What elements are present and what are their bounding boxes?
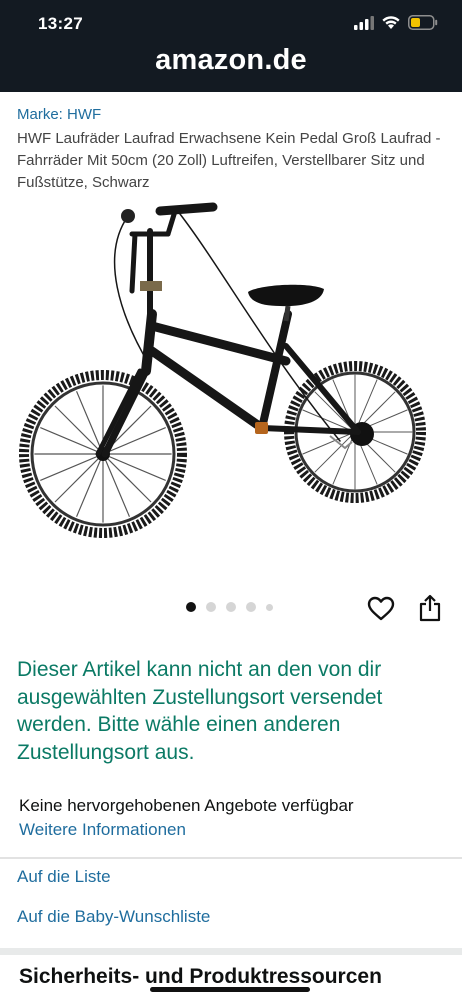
status-icons bbox=[354, 15, 438, 30]
share-icon[interactable] bbox=[418, 594, 442, 622]
battery-icon bbox=[408, 15, 438, 30]
section-title: Sicherheits- und Produktressourcen bbox=[19, 965, 382, 988]
pagination-dot-active[interactable] bbox=[186, 602, 196, 612]
pagination-dot[interactable] bbox=[266, 603, 273, 611]
delivery-notice: Dieser Artikel kann nicht an den von dir… bbox=[17, 658, 383, 764]
no-offers-text: Keine hervorgehobenen Angebote verfügbar bbox=[19, 796, 354, 815]
pagination-dot[interactable] bbox=[206, 602, 216, 612]
image-pagination[interactable] bbox=[186, 602, 273, 612]
add-to-baby-list-link[interactable]: Auf die Baby-Wunschliste bbox=[17, 907, 210, 927]
status-time: 13:27 bbox=[38, 14, 83, 33]
section-divider bbox=[0, 948, 462, 955]
more-info-link[interactable]: Weitere Informationen bbox=[19, 820, 186, 840]
add-to-list-link[interactable]: Auf die Liste bbox=[17, 867, 111, 887]
product-image[interactable] bbox=[0, 196, 462, 556]
signal-icon bbox=[354, 15, 374, 30]
product-title: HWF Laufräder Laufrad Erwachsene Kein Pe… bbox=[17, 130, 441, 191]
top-bar: 13:27 amazon.de bbox=[0, 0, 462, 92]
wifi-icon bbox=[382, 16, 400, 29]
site-domain[interactable]: amazon.de bbox=[0, 44, 462, 77]
divider bbox=[0, 857, 462, 859]
pagination-dot[interactable] bbox=[226, 602, 236, 612]
home-indicator[interactable] bbox=[150, 987, 310, 992]
pagination-dot[interactable] bbox=[246, 602, 256, 612]
brand-link[interactable]: Marke: HWF bbox=[17, 106, 101, 123]
heart-icon[interactable] bbox=[367, 596, 395, 622]
